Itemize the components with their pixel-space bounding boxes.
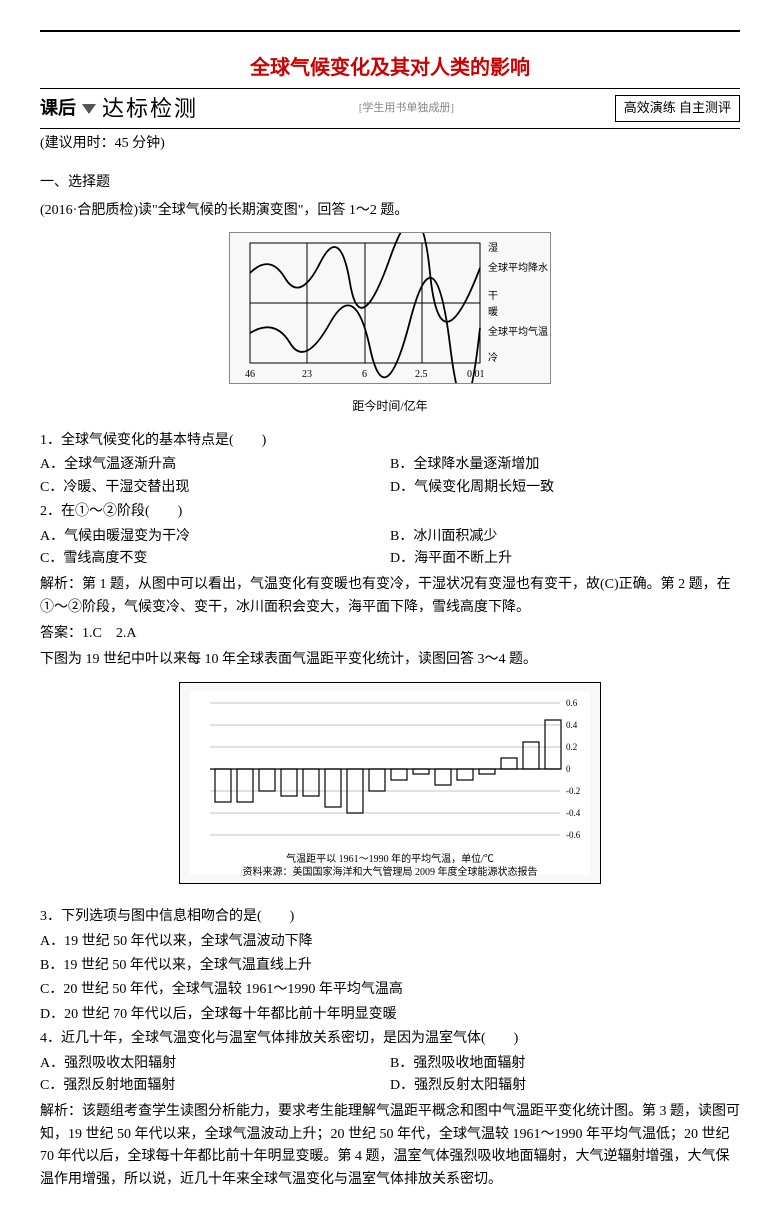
triangle-down-icon	[82, 104, 96, 114]
svg-text:全球平均降水: 全球平均降水	[488, 261, 548, 274]
svg-text:46: 46	[245, 369, 255, 380]
q3-opt-b: B．19 世纪 50 年代以来，全球气温直线上升	[40, 955, 740, 977]
section-header: 课后 达标检测 [学生用书单独成册] 高效演练 自主测评	[40, 88, 740, 129]
svg-text:6: 6	[362, 369, 367, 380]
figure-2-caption: 气温距平以 1961～1990 年的平均气温，单位/℃ 资料来源：美国国家海洋和…	[180, 853, 600, 879]
document-title: 全球气候变化及其对人类的影响	[40, 52, 740, 84]
svg-text:0.4: 0.4	[566, 720, 578, 730]
svg-text:冷: 冷	[488, 351, 498, 364]
q3-opt-a: A．19 世纪 50 年代以来，全球气温波动下降	[40, 931, 740, 953]
q2-options: A．气候由暖湿变为干冷 B．冰川面积减少 C．雪线高度不变 D．海平面不断上升	[40, 526, 740, 571]
q2-opt-c: C．雪线高度不变	[40, 548, 390, 570]
fig2-note2: 资料来源：美国国家海洋和大气管理局 2009 年度全球能源状态报告	[190, 866, 590, 879]
part-1-heading: 一、选择题	[40, 172, 740, 194]
q1-opt-a: A．全球气温逐渐升高	[40, 454, 390, 476]
svg-text:湿: 湿	[488, 242, 498, 254]
q4-opt-d: D．强烈反射太阳辐射	[390, 1075, 740, 1097]
svg-text:0.6: 0.6	[566, 698, 578, 708]
svg-text:2.5: 2.5	[415, 369, 428, 380]
svg-text:-0.4: -0.4	[566, 808, 581, 818]
subtitle: [学生用书单独成册]	[198, 100, 615, 118]
q4-options: A．强烈吸收太阳辐射 B．强烈吸收地面辐射 C．强烈反射地面辐射 D．强烈反射太…	[40, 1053, 740, 1098]
svg-text:全球平均气温: 全球平均气温	[488, 325, 548, 338]
q1-opt-d: D．气候变化周期长短一致	[390, 477, 740, 499]
svg-text:干: 干	[488, 291, 498, 302]
q2-opt-d: D．海平面不断上升	[390, 548, 740, 570]
q4-opt-c: C．强烈反射地面辐射	[40, 1075, 390, 1097]
test-label: 达标检测	[102, 91, 198, 126]
q1-opt-b: B．全球降水量逐渐增加	[390, 454, 740, 476]
q4-stem: 4．近几十年，全球气温变化与温室气体排放关系密切，是因为温室气体( )	[40, 1028, 740, 1050]
q3-opt-d: D．20 世纪 70 年代以后，全球每十年都比前十年明显变暖	[40, 1004, 740, 1026]
q4-opt-b: B．强烈吸收地面辐射	[390, 1053, 740, 1075]
q2-stem: 2．在①～②阶段( )	[40, 501, 740, 523]
q2-opt-a: A．气候由暖湿变为干冷	[40, 526, 390, 548]
q3-opt-c: C．20 世纪 50 年代，全球气温较 1961～1990 年平均气温高	[40, 979, 740, 1001]
q1-opt-c: C．冷暖、干湿交替出现	[40, 477, 390, 499]
figure-1-caption: 距今时间/亿年	[40, 397, 740, 416]
answer-1-2: 答案：1.C 2.A	[40, 623, 740, 645]
svg-text:0: 0	[566, 764, 571, 774]
figure-2: 0.6 0.4 0.2 0 -0.2 -0.4 -0.6 气温距平以 1961～…	[40, 682, 740, 892]
svg-text:-0.2: -0.2	[566, 786, 580, 796]
figure-2-chart: 0.6 0.4 0.2 0 -0.2 -0.4 -0.6 气温距平以 1961～…	[179, 682, 601, 884]
svg-text:暖: 暖	[488, 305, 498, 318]
figure-1-svg: 湿 全球平均降水 干 暖 全球平均气温 冷 46 23 6 2.5 0.01	[230, 233, 550, 383]
q3-stem: 3．下列选项与图中信息相吻合的是( )	[40, 906, 740, 928]
q3-4-intro: 下图为 19 世纪中叶以来每 10 年全球表面气温距平变化统计，读图回答 3～4…	[40, 649, 740, 671]
svg-text:23: 23	[302, 369, 312, 380]
figure-1-chart: 湿 全球平均降水 干 暖 全球平均气温 冷 46 23 6 2.5 0.01	[229, 232, 551, 384]
q4-opt-a: A．强烈吸收太阳辐射	[40, 1053, 390, 1075]
figure-1: 湿 全球平均降水 干 暖 全球平均气温 冷 46 23 6 2.5 0.01 距…	[40, 232, 740, 416]
q1-2-intro: (2016·合肥质检)读"全球气候的长期演变图"，回答 1～2 题。	[40, 200, 740, 222]
badge: 高效演练 自主测评	[615, 95, 740, 122]
q1-stem: 1．全球气候变化的基本特点是( )	[40, 430, 740, 452]
svg-text:-0.6: -0.6	[566, 830, 581, 840]
section-label: 课后	[40, 94, 76, 123]
course-time: (建议用时：45 分钟)	[40, 133, 740, 155]
fig2-note1: 气温距平以 1961～1990 年的平均气温，单位/℃	[190, 853, 590, 866]
explain-3-4: 解析：该题组考查学生读图分析能力，要求考生能理解气温距平概念和图中气温距平变化统…	[40, 1101, 740, 1191]
top-rule	[40, 30, 740, 32]
svg-text:0.01: 0.01	[467, 369, 485, 380]
svg-text:0.2: 0.2	[566, 742, 577, 752]
q2-opt-b: B．冰川面积减少	[390, 526, 740, 548]
explain-1-2: 解析：第 1 题，从图中可以看出，气温变化有变暖也有变冷，干湿状况有变湿也有变干…	[40, 574, 740, 619]
q1-options: A．全球气温逐渐升高 B．全球降水量逐渐增加 C．冷暖、干湿交替出现 D．气候变…	[40, 454, 740, 499]
